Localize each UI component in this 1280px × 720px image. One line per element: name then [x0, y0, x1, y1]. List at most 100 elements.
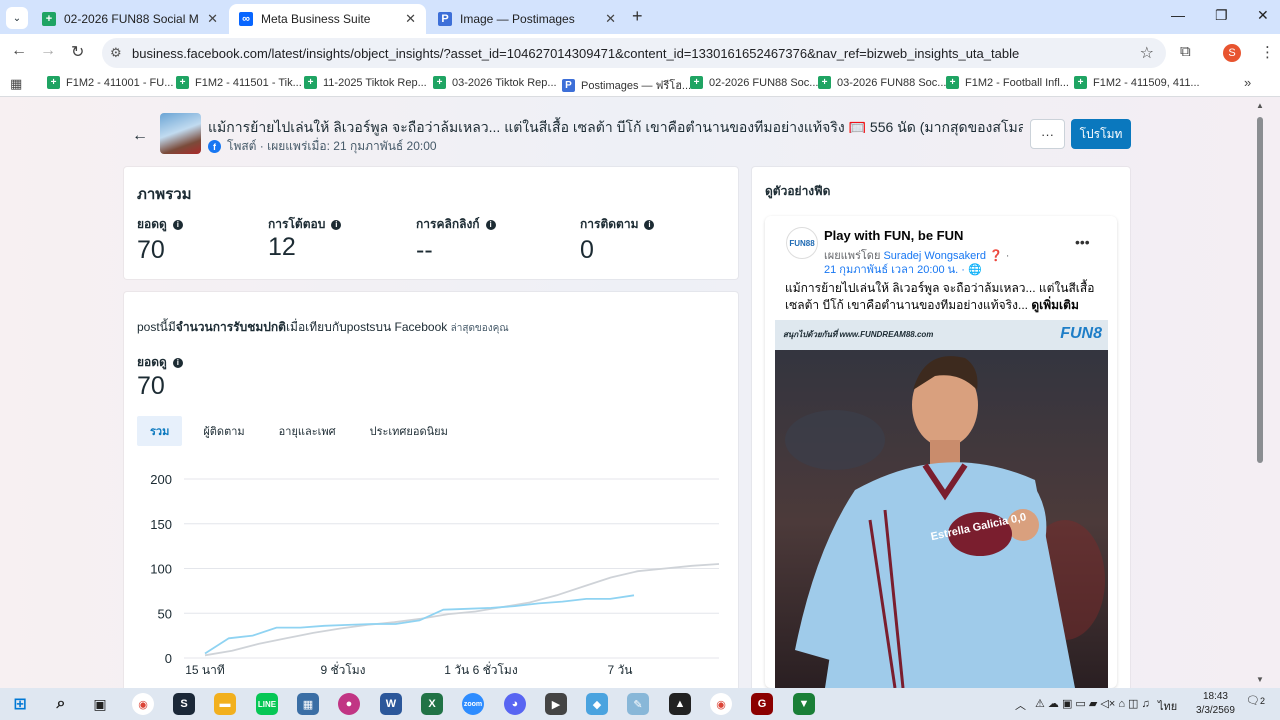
- post-image: สนุกไปด้วยกันที่ www.FUNDREAM88.com FUN8…: [775, 320, 1108, 688]
- facebook-icon: f: [208, 140, 221, 153]
- address-bar[interactable]: ⚙ business.facebook.com/latest/insights/…: [102, 38, 1166, 68]
- back-arrow-icon[interactable]: ←: [132, 127, 148, 145]
- tab-total[interactable]: รวม: [137, 416, 183, 446]
- close-tab-icon[interactable]: ✕: [605, 11, 616, 27]
- notification-icon[interactable]: 🗨2: [1246, 694, 1266, 712]
- post-options-icon[interactable]: •••: [1075, 234, 1090, 250]
- steam-icon[interactable]: S: [173, 693, 195, 715]
- paint-icon[interactable]: ✎: [627, 693, 649, 715]
- sheets-icon: +: [433, 76, 446, 89]
- tab-top-countries[interactable]: ประเทศยอดนิยม: [357, 416, 461, 446]
- metric-follows-label: การติดตาม i: [580, 215, 655, 234]
- tray-chevron-icon[interactable]: ︿: [1015, 697, 1026, 713]
- y-tick-label: 200: [150, 472, 172, 487]
- info-icon[interactable]: i: [172, 219, 183, 230]
- post-thumbnail: [160, 113, 201, 154]
- post-date[interactable]: 21 กุมภาพันธ์ เวลา 20:00 น. · 🌐: [824, 260, 982, 278]
- task-view-icon[interactable]: ▣: [89, 693, 111, 715]
- tab-age-gender[interactable]: อายุและเพศ: [266, 416, 349, 446]
- url-text[interactable]: business.facebook.com/latest/insights/ob…: [132, 46, 1019, 61]
- file-explorer-icon[interactable]: ▬: [214, 693, 236, 715]
- see-more-link[interactable]: ดูเพิ่มเติม: [1031, 298, 1079, 312]
- zoom-icon[interactable]: zoom: [462, 693, 484, 715]
- extensions-icon[interactable]: ⧉: [1180, 43, 1191, 60]
- sheets-icon: +: [690, 76, 703, 89]
- bookmark-item[interactable]: P Postimages — ฟรีโฮ...: [562, 76, 691, 94]
- info-icon[interactable]: i: [331, 219, 342, 230]
- postimages-icon: P: [562, 78, 575, 92]
- more-options-button[interactable]: ···: [1030, 119, 1065, 149]
- discord-icon[interactable]: ◕: [504, 693, 526, 715]
- forward-icon[interactable]: →: [40, 42, 56, 60]
- bookmark-item[interactable]: + F1M2 - 411501 - Tik...: [176, 76, 302, 89]
- scrollbar-thumb[interactable]: [1257, 117, 1263, 463]
- scroll-up-icon[interactable]: ▲: [1256, 101, 1264, 110]
- info-icon[interactable]: i: [485, 219, 496, 230]
- bookmark-item[interactable]: +02-2026 FUN88 Soc...: [690, 76, 818, 89]
- browser-menu-icon[interactable]: ⋮: [1260, 43, 1275, 61]
- bookmark-label: F1M2 - Football Infl...: [965, 76, 1069, 89]
- search-icon[interactable]: ⌕: [50, 693, 72, 715]
- bookmark-item[interactable]: +11-2025 Tiktok Rep...: [304, 76, 427, 89]
- excel-icon[interactable]: X: [421, 693, 443, 715]
- overview-title: ภาพรวม: [137, 186, 192, 203]
- info-icon[interactable]: i: [644, 219, 655, 230]
- game-icon[interactable]: G: [751, 693, 773, 715]
- maximize-icon[interactable]: ❐: [1215, 7, 1228, 24]
- tab-followers[interactable]: ผู้ติดตาม: [190, 416, 257, 446]
- close-tab-icon[interactable]: ✕: [405, 11, 416, 27]
- word-icon[interactable]: W: [380, 693, 402, 715]
- app-icon[interactable]: ▼: [793, 693, 815, 715]
- x-tick-label: 15 นาที: [185, 663, 225, 677]
- tab-meta-business-suite[interactable]: ∞ Meta Business Suite ✕: [229, 4, 426, 34]
- windows-start-icon[interactable]: ⊞: [9, 693, 31, 715]
- site-info-icon[interactable]: ⚙: [110, 45, 122, 61]
- question-icon[interactable]: ❓: [989, 250, 1003, 262]
- x-tick-label: 1 วัน 6 ชั่วโมง: [444, 661, 517, 677]
- reload-icon[interactable]: ↻: [71, 42, 84, 62]
- close-tab-icon[interactable]: ✕: [207, 11, 218, 27]
- profile-avatar[interactable]: S: [1223, 44, 1241, 62]
- back-icon[interactable]: ←: [11, 42, 27, 60]
- page-name[interactable]: Play with FUN, be FUN: [824, 228, 963, 243]
- clock-time: 18:43: [1202, 691, 1228, 702]
- meta-icon: ∞: [239, 12, 253, 26]
- tab-postimages[interactable]: P Image — Postimages ✕: [428, 4, 626, 34]
- sheets-icon: +: [47, 76, 60, 89]
- media-player-icon[interactable]: ▶: [545, 693, 567, 715]
- tray-icons[interactable]: ⚠ ☁ ▣ ▭ ▰ ◁× ⌂ ◫ ♫: [1035, 697, 1150, 710]
- tab-sheets[interactable]: + 02-2026 FUN88 Social Media R ✕: [32, 4, 228, 34]
- series-line-current-post: [204, 594, 635, 655]
- tab-search-icon[interactable]: ⌄: [6, 7, 28, 29]
- bookmark-label: F1M2 - 411001 - FU...: [66, 76, 174, 89]
- calculator-icon[interactable]: ▦: [297, 693, 319, 715]
- page-scrollbar[interactable]: ▲ ▼: [1254, 97, 1266, 688]
- more-bookmarks-icon[interactable]: »: [1244, 75, 1251, 90]
- bookmark-item[interactable]: + F1M2 - 411509, 411...: [1074, 76, 1200, 89]
- player-illustration: Estrella Galicia 0,0: [785, 356, 1105, 688]
- bookmark-item[interactable]: +03-2026 FUN88 Soc...: [818, 76, 946, 89]
- bookmark-item[interactable]: + F1M2 - 411001 - FU...: [47, 76, 173, 89]
- bookmark-star-icon[interactable]: ☆: [1140, 43, 1154, 63]
- scroll-down-icon[interactable]: ▼: [1256, 675, 1264, 684]
- app-icon[interactable]: ◆: [586, 693, 608, 715]
- clock-date: 3/3/2569: [1196, 705, 1235, 716]
- apps-grid-icon[interactable]: ▦: [10, 76, 22, 92]
- notification-count: 2: [1259, 696, 1265, 706]
- capcut-icon[interactable]: ▲: [669, 693, 691, 715]
- new-tab-icon[interactable]: +: [632, 6, 643, 27]
- language-indicator[interactable]: ไทย: [1158, 697, 1177, 715]
- chrome-profile-icon[interactable]: ◉: [710, 693, 732, 715]
- minimize-icon[interactable]: —: [1171, 7, 1185, 23]
- close-window-icon[interactable]: ✕: [1257, 7, 1269, 24]
- info-icon[interactable]: i: [172, 357, 183, 368]
- sheets-icon: +: [42, 12, 56, 26]
- metric-views-label: ยอดดู i: [137, 215, 183, 234]
- bookmark-item[interactable]: + F1M2 - Football Infl...: [946, 76, 1069, 89]
- line-icon[interactable]: LINE: [256, 693, 278, 715]
- chrome-icon[interactable]: ◉: [132, 693, 154, 715]
- boost-button[interactable]: โปรโมท: [1071, 119, 1131, 149]
- bookmark-item[interactable]: +03-2026 Tiktok Rep...: [433, 76, 557, 89]
- app-icon[interactable]: ●: [338, 693, 360, 715]
- system-clock[interactable]: 18:43 3/3/2569: [1196, 690, 1235, 718]
